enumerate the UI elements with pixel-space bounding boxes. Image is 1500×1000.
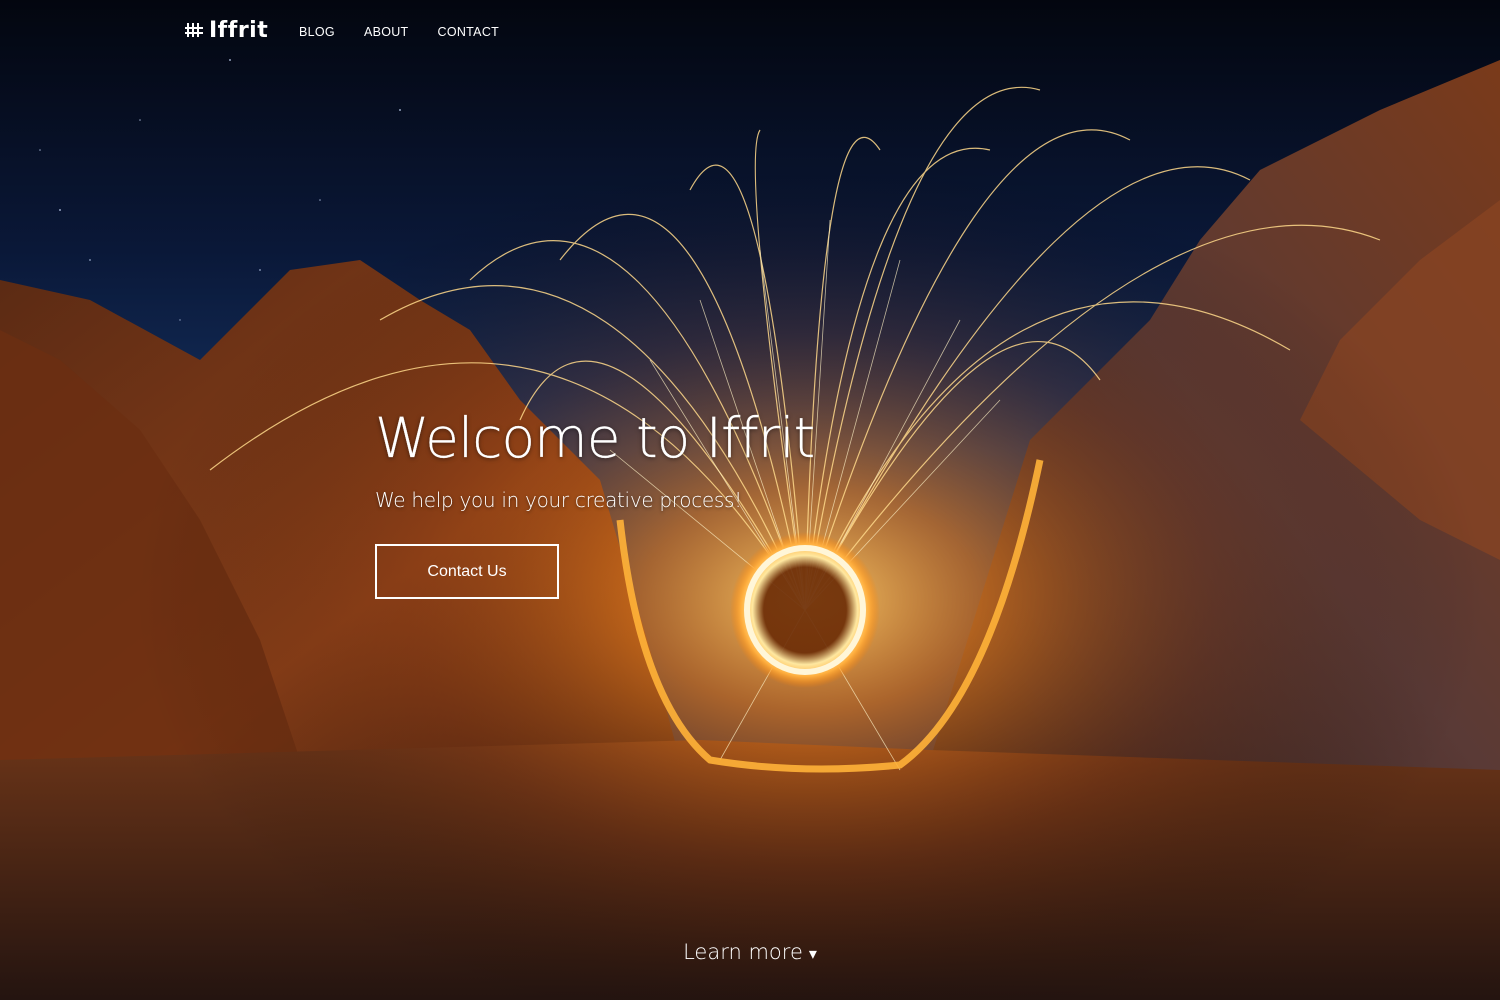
hero-text-block: Welcome to Iffrit We help you in your cr… — [375, 398, 815, 512]
hash-grid-icon — [185, 23, 203, 37]
contact-us-button[interactable]: Contact Us — [375, 544, 559, 599]
hero-title: Welcome to Iffrit — [375, 406, 815, 470]
nav-links: BLOG ABOUT CONTACT — [299, 25, 499, 39]
hero-section: Iffrit BLOG ABOUT CONTACT Welcome to Iff… — [0, 0, 1500, 1000]
brand-name: Iffrit — [209, 17, 269, 43]
nav-link-about[interactable]: ABOUT — [364, 25, 409, 39]
hero-subtitle: We help you in your creative process! — [375, 488, 742, 512]
brand-logo-link[interactable]: Iffrit — [185, 14, 268, 46]
top-navbar: Iffrit BLOG ABOUT CONTACT — [0, 0, 1500, 66]
nav-link-blog[interactable]: BLOG — [299, 25, 335, 39]
triangle-down-icon: ▾ — [808, 944, 817, 963]
learn-more-label: Learn more — [683, 940, 803, 964]
nav-link-contact[interactable]: CONTACT — [438, 25, 500, 39]
learn-more-link[interactable]: Learn more ▾ — [0, 940, 1500, 964]
